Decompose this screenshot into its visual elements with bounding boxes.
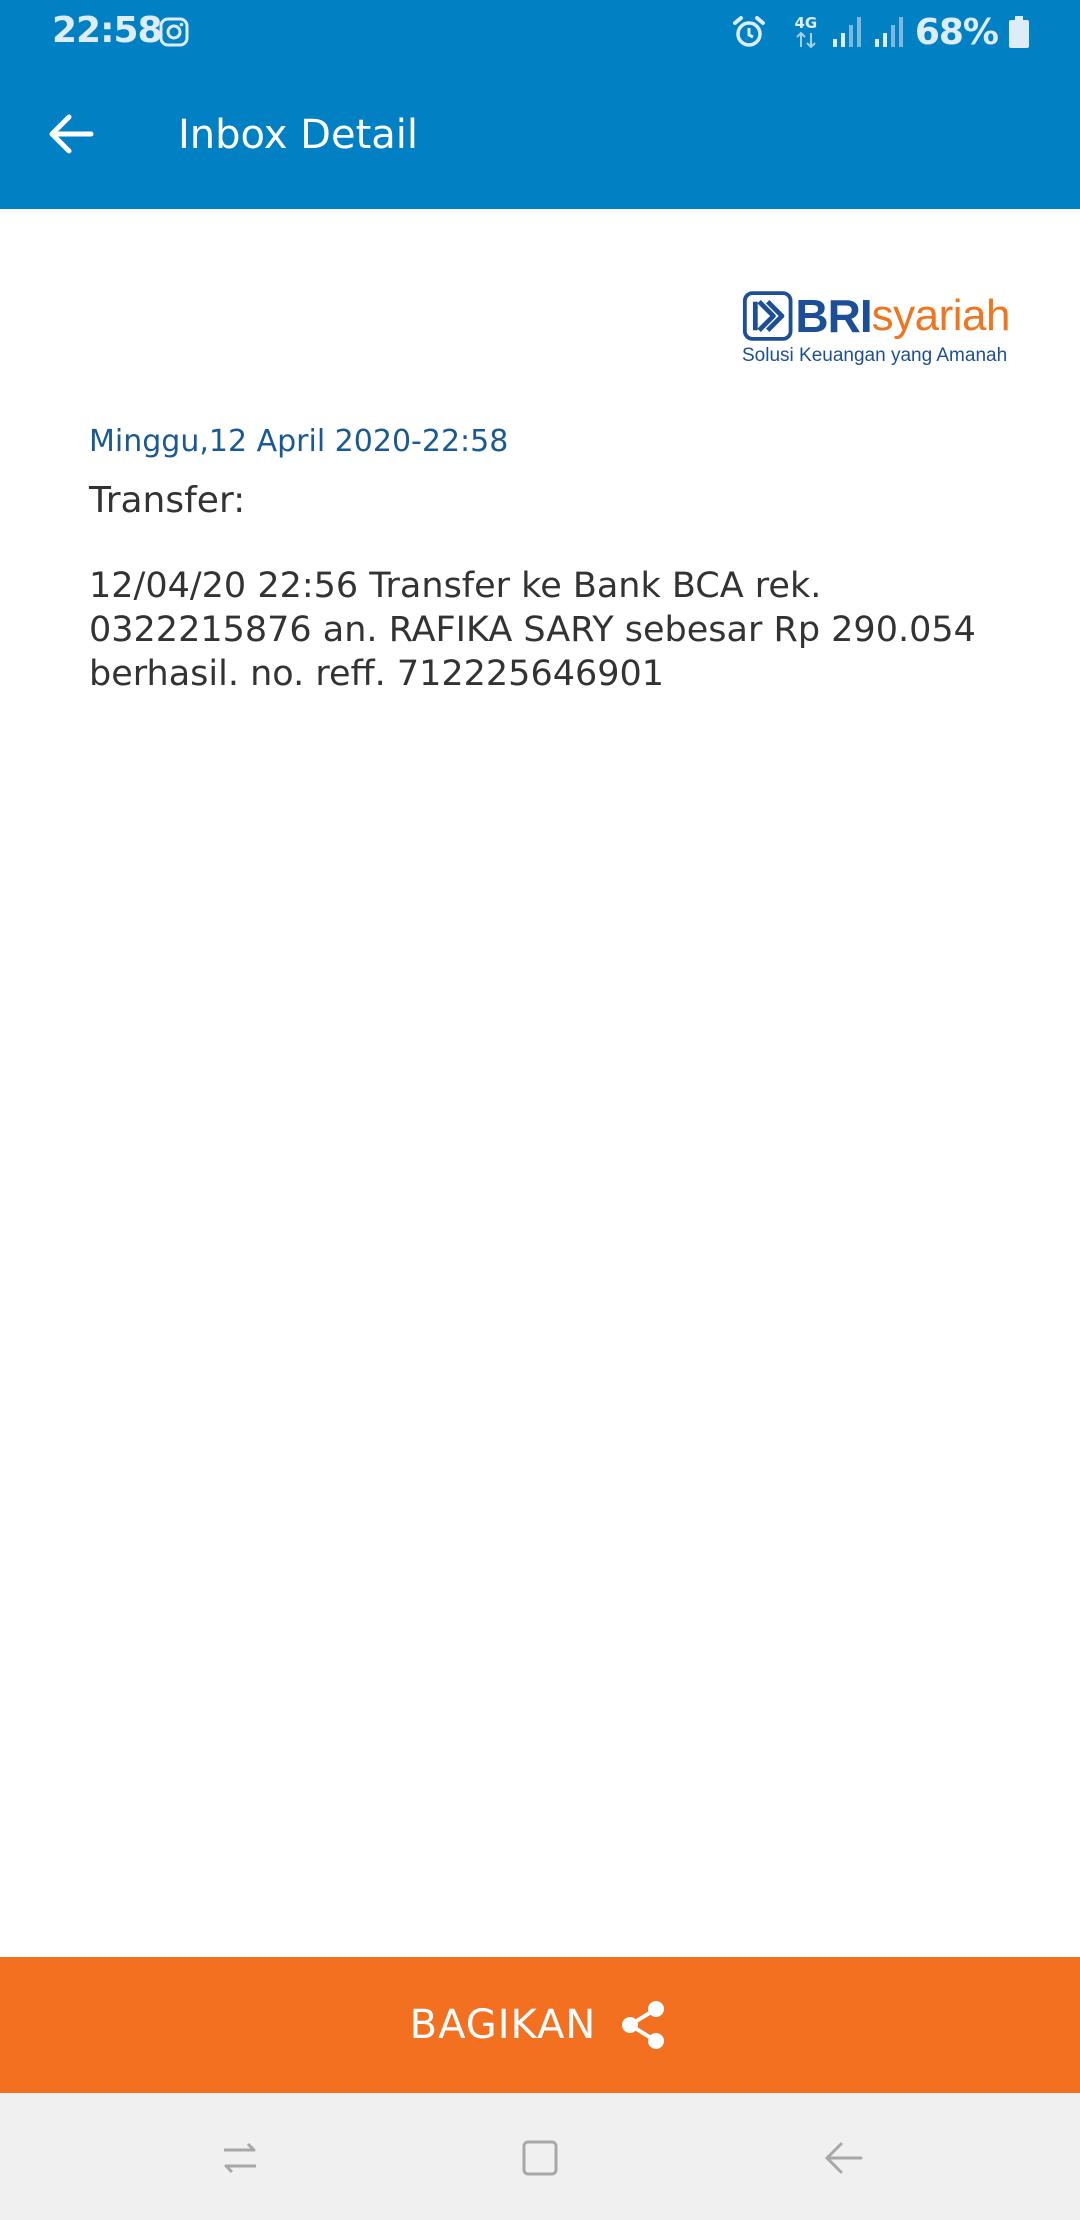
screen: 22:58 4G 68% Inbox Detail BRI syariah So…	[0, 0, 1080, 2220]
nav-back-icon	[825, 2142, 863, 2174]
page-title: Inbox Detail	[178, 112, 418, 158]
status-icons: 4G 68%	[731, 8, 1030, 56]
message-subject: Transfer:	[89, 480, 246, 521]
instagram-icon	[159, 17, 189, 47]
message-date: Minggu,12 April 2020-22:58	[89, 424, 509, 459]
share-button[interactable]: BAGIKAN	[0, 1957, 1080, 2093]
arrow-left-icon	[49, 114, 94, 154]
top-bar: 22:58 4G 68% Inbox Detail	[0, 0, 1080, 209]
status-time: 22:58	[52, 10, 163, 51]
recent-apps-icon	[224, 2142, 256, 2174]
battery-icon	[1009, 16, 1029, 48]
recent-apps-button[interactable]	[205, 2123, 275, 2193]
bri-logo-mark	[742, 291, 793, 341]
back-button[interactable]	[36, 104, 106, 164]
message-body: 12/04/20 22:56 Transfer ke Bank BCA rek.…	[89, 566, 976, 694]
battery-percent: 68%	[914, 11, 999, 53]
logo-tagline: Solusi Keuangan yang Amanah	[742, 345, 1008, 366]
home-button[interactable]	[505, 2123, 575, 2193]
home-icon	[522, 2140, 558, 2176]
network-type-icon: 4G	[791, 15, 821, 49]
app-bar: Inbox Detail	[0, 64, 1080, 209]
system-nav-bar	[0, 2093, 1080, 2220]
nav-back-button[interactable]	[808, 2123, 878, 2193]
alarm-icon	[732, 16, 765, 47]
bri-syariah-logo: BRI syariah Solusi Keuangan yang Amanah	[742, 288, 1011, 368]
share-icon	[622, 2001, 665, 2049]
logo-brand-syariah: syariah	[871, 291, 1011, 340]
signal-icon	[832, 17, 861, 47]
logo-brand-bri: BRI	[795, 290, 872, 342]
signal-icon-2	[874, 17, 903, 47]
status-bar: 22:58 4G 68%	[0, 0, 1080, 64]
network-type: 4G	[794, 14, 818, 32]
share-label: BAGIKAN	[409, 2002, 597, 2048]
